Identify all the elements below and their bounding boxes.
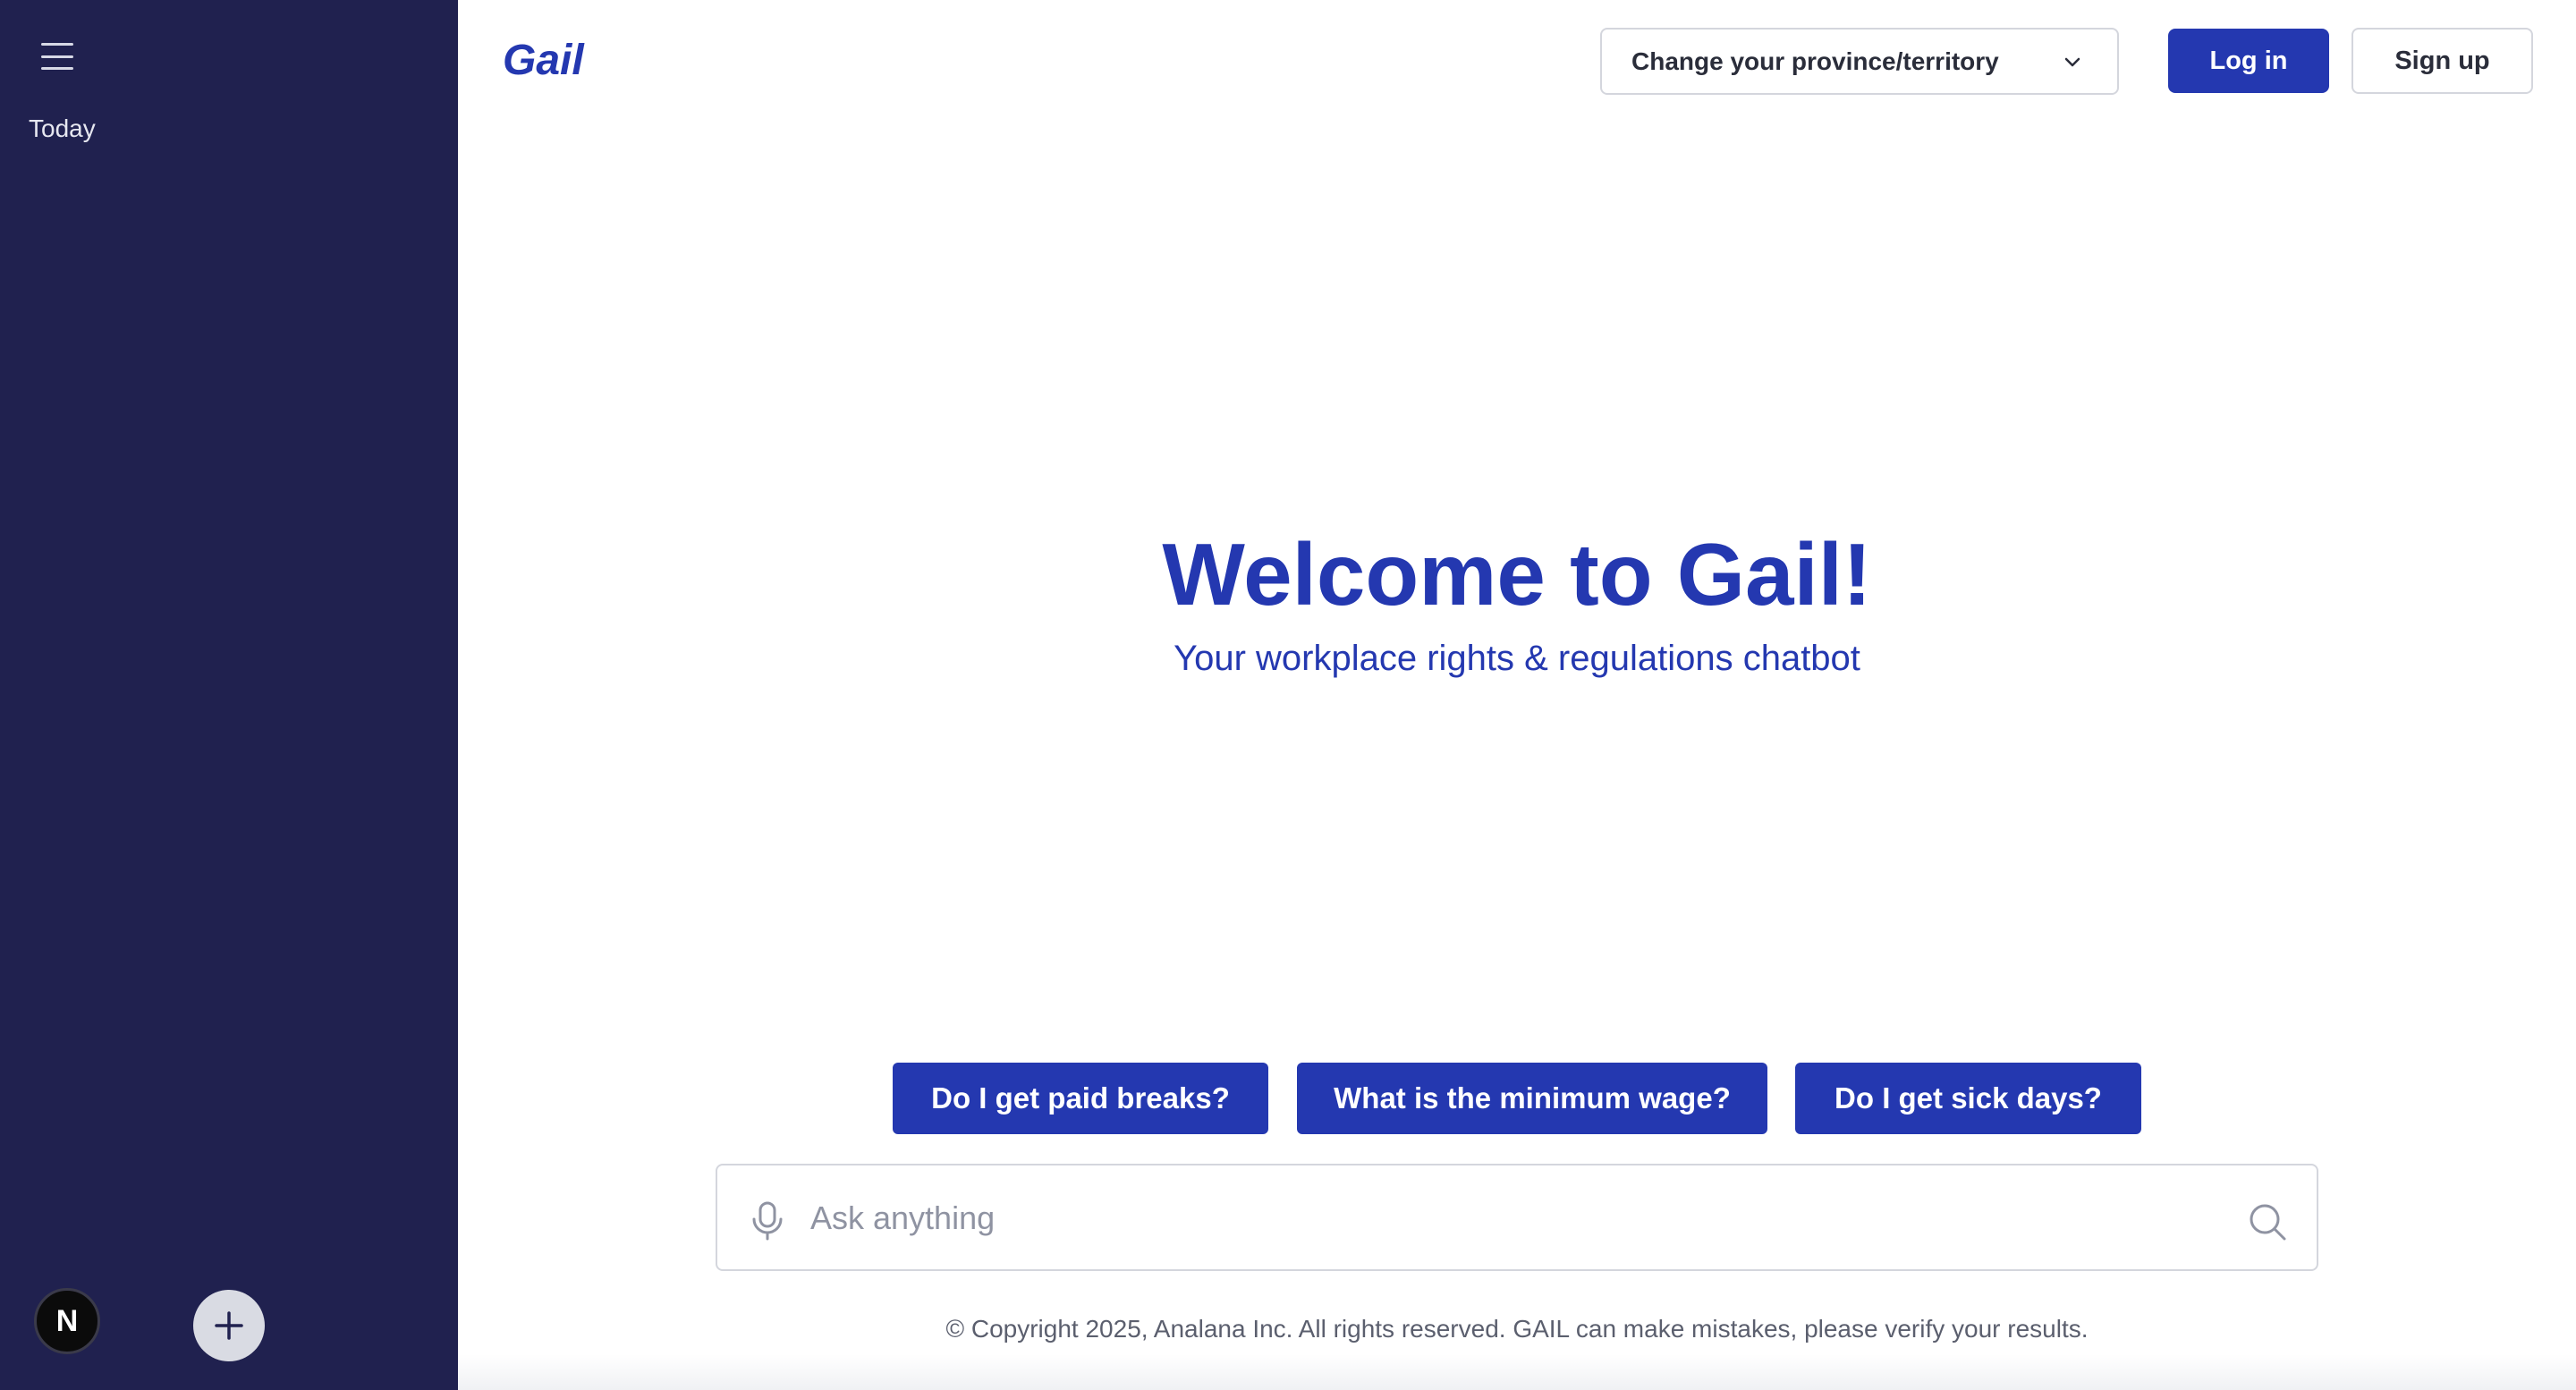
suggestion-paid-breaks[interactable]: Do I get paid breaks? (893, 1063, 1268, 1134)
suggestion-minimum-wage[interactable]: What is the minimum wage? (1297, 1063, 1767, 1134)
bottom-fade (458, 1354, 2576, 1390)
brand-logo[interactable]: Gail (503, 36, 584, 85)
plus-icon (215, 1311, 243, 1340)
search-icon[interactable] (2247, 1201, 2288, 1242)
sidebar-section-today: Today (29, 114, 96, 142)
login-button[interactable]: Log in (2168, 29, 2329, 93)
province-select[interactable]: Change your province/territory (1600, 28, 2119, 95)
chat-input[interactable] (810, 1187, 2206, 1250)
chevron-down-icon (2064, 57, 2080, 66)
hamburger-menu-icon[interactable] (39, 41, 75, 72)
new-chat-button[interactable] (193, 1290, 265, 1361)
copyright-footer: © Copyright 2025, Analana Inc. All right… (945, 1315, 2089, 1343)
welcome-title: Welcome to Gail! (1162, 525, 1872, 623)
n-badge-icon[interactable]: N (34, 1288, 100, 1354)
microphone-icon[interactable] (750, 1201, 785, 1241)
welcome-subtitle: Your workplace rights & regulations chat… (1174, 639, 1860, 678)
app-root: Today N Gail Change your province/territ… (0, 0, 2576, 1390)
signup-button[interactable]: Sign up (2351, 28, 2533, 94)
sidebar: Today N (0, 0, 458, 1390)
province-select-label: Change your province/territory (1631, 47, 1999, 75)
suggestion-sick-days[interactable]: Do I get sick days? (1795, 1063, 2141, 1134)
chat-search-bar (716, 1164, 2318, 1271)
